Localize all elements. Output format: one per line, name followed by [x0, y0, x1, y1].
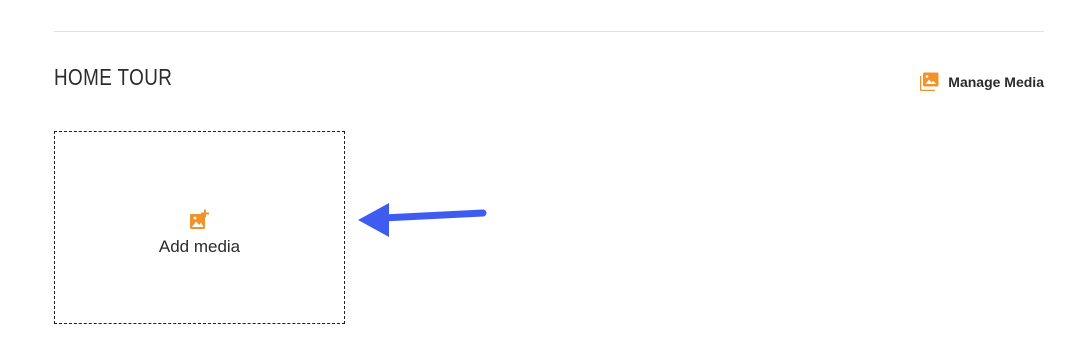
manage-media-button[interactable]: Manage Media	[919, 72, 1044, 92]
manage-media-label: Manage Media	[948, 73, 1044, 90]
media-section: HOME TOUR Manage Media Add media	[0, 0, 1081, 345]
section-divider	[54, 31, 1044, 32]
section-title: HOME TOUR	[54, 64, 173, 90]
arrow-pointer-icon	[358, 203, 487, 237]
add-media-label: Add media	[158, 236, 241, 256]
add-photo-icon	[189, 209, 211, 231]
add-media-tile[interactable]: Add media	[54, 131, 345, 324]
photo-library-icon	[919, 72, 939, 92]
